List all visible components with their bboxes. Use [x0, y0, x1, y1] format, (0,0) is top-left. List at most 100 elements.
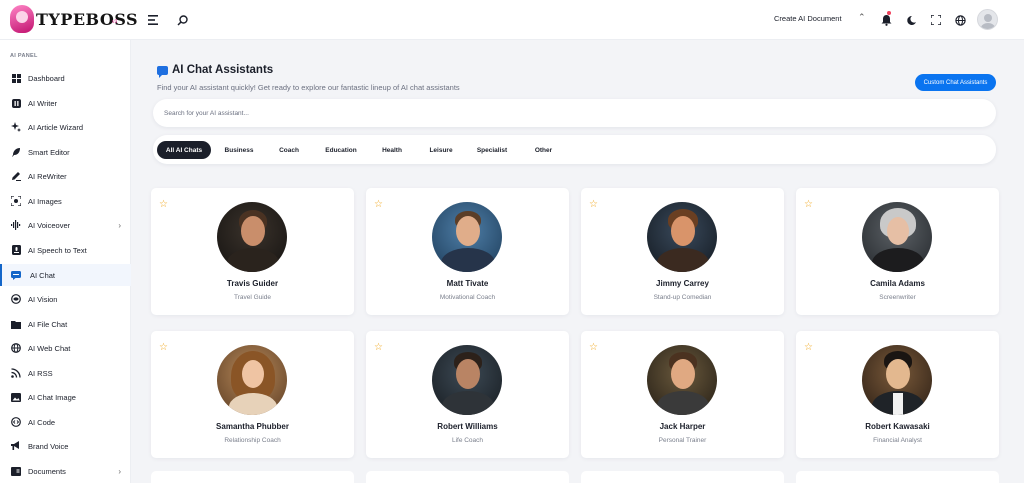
assistant-card[interactable]: ☆ Samantha Phubber Relationship Coach — [151, 331, 354, 458]
menu-toggle-icon[interactable] — [146, 12, 162, 28]
logo-mark-icon — [10, 5, 34, 33]
sidebar-item-label: AI Chat — [30, 270, 56, 280]
notification-dot — [887, 11, 891, 15]
tab-other[interactable]: Other — [528, 141, 559, 159]
tab-leisure[interactable]: Leisure — [422, 141, 460, 159]
sidebar-item-ai-images[interactable]: AI Images — [0, 190, 131, 212]
sidebar-item-label: AI Web Chat — [28, 343, 71, 353]
sidebar-item-label: Documents — [28, 466, 66, 476]
chevron-up-icon[interactable]: ⌃ — [858, 12, 866, 23]
create-document-button[interactable]: Create AI Document — [774, 14, 842, 23]
sidebar-item-ai-rewriter[interactable]: AI ReWriter — [0, 165, 131, 187]
image-icon — [11, 196, 21, 206]
dark-mode-icon[interactable] — [903, 12, 919, 28]
sidebar-item-ai-speech-to-text[interactable]: AI Speech to Text — [0, 239, 131, 261]
favorite-star-icon[interactable]: ☆ — [589, 200, 598, 210]
sidebar-item-ai-article-wizard[interactable]: AI Article Wizard — [0, 116, 131, 138]
tab-health[interactable]: Health — [375, 141, 409, 159]
tab-coach[interactable]: Coach — [272, 141, 306, 159]
assistant-name: Camila Adams — [870, 279, 925, 288]
sidebar-item-ai-chat-image[interactable]: AI Chat Image — [0, 386, 131, 408]
sidebar-item-smart-editor[interactable]: Smart Editor — [0, 141, 131, 163]
favorite-star-icon[interactable]: ☆ — [804, 343, 813, 353]
sidebar-item-label: AI Images — [28, 196, 62, 206]
favorite-star-icon[interactable]: ☆ — [589, 343, 598, 353]
chat-image-icon — [11, 392, 21, 402]
sidebar-item-ai-voiceover[interactable]: AI Voiceover › — [0, 214, 131, 236]
assistant-name: Matt Tivate — [446, 279, 489, 288]
sidebar-item-ai-chat[interactable]: AI Chat — [0, 264, 131, 286]
logo-text: TYPEBOSS — [36, 9, 139, 29]
sidebar-item-ai-writer[interactable]: AI Writer — [0, 92, 131, 114]
assistant-search-input[interactable] — [153, 99, 996, 127]
sidebar-item-ai-rss[interactable]: AI RSS — [0, 362, 131, 384]
sidebar-item-label: AI File Chat — [28, 319, 68, 329]
tab-business[interactable]: Business — [219, 141, 259, 159]
assistant-role: Relationship Coach — [224, 437, 281, 444]
tab-education[interactable]: Education — [319, 141, 363, 159]
page-subtitle: Find your AI assistant quickly! Get read… — [157, 83, 460, 92]
page-title: AI Chat Assistants — [172, 64, 274, 76]
logo[interactable]: TYPEBOSS — [10, 4, 138, 34]
search-icon[interactable] — [174, 12, 190, 28]
assistant-name: Jack Harper — [659, 422, 706, 431]
assistant-role: Screenwriter — [879, 294, 916, 301]
sidebar-item-brand-voice[interactable]: Brand Voice — [0, 435, 131, 457]
speech-icon — [11, 245, 21, 255]
assistant-avatar — [862, 345, 932, 415]
assistant-card[interactable]: ☆ Robert Williams Life Coach — [366, 331, 569, 458]
assistant-card[interactable]: ☆ Robert Kawasaki Financial Analyst — [796, 331, 999, 458]
assistant-name: Samantha Phubber — [216, 422, 289, 431]
favorite-star-icon[interactable]: ☆ — [159, 343, 168, 353]
fullscreen-icon[interactable] — [928, 12, 944, 28]
tab-all-ai-chats[interactable]: All AI Chats — [157, 141, 211, 159]
sidebar-item-label: Smart Editor — [28, 147, 70, 157]
assistant-role: Motivational Coach — [439, 294, 496, 301]
assistant-card-partial[interactable] — [796, 471, 999, 483]
assistant-card-partial[interactable] — [581, 471, 784, 483]
sidebar-item-label: Brand Voice — [28, 441, 69, 451]
assistant-role: Travel Guide — [234, 294, 271, 301]
sidebar-item-label: AI RSS — [28, 368, 53, 378]
sidebar-item-label: AI ReWriter — [28, 171, 67, 181]
assistant-avatar — [217, 345, 287, 415]
sidebar-item-ai-code[interactable]: AI Code — [0, 411, 131, 433]
sidebar-item-ai-vision[interactable]: AI Vision — [0, 288, 131, 310]
favorite-star-icon[interactable]: ☆ — [374, 343, 383, 353]
code-icon — [11, 417, 21, 427]
assistant-card[interactable]: ☆ Matt Tivate Motivational Coach — [366, 188, 569, 315]
assistant-card[interactable]: ☆ Camila Adams Screenwriter — [796, 188, 999, 315]
language-globe-icon[interactable] — [952, 12, 968, 28]
writer-icon — [11, 98, 21, 108]
chat-assistant-icon — [157, 66, 168, 78]
sidebar-item-label: AI Speech to Text — [28, 245, 87, 255]
user-avatar[interactable] — [977, 9, 998, 30]
favorite-star-icon[interactable]: ☆ — [159, 200, 168, 210]
top-header: TYPEBOSS v3 Create AI Document ⌃ — [0, 0, 1024, 40]
assistant-role: Financial Analyst — [873, 437, 922, 444]
tab-specialist[interactable]: Specialist — [471, 141, 513, 159]
sidebar-item-label: AI Voiceover — [28, 220, 71, 230]
sidebar-item-ai-web-chat[interactable]: AI Web Chat — [0, 337, 131, 359]
assistant-card[interactable]: ☆ Travis Guider Travel Guide — [151, 188, 354, 315]
sidebar-item-label: AI Chat Image — [28, 392, 76, 402]
chevron-right-icon: › — [118, 220, 121, 230]
assistant-name: Robert Williams — [437, 422, 498, 431]
favorite-star-icon[interactable]: ☆ — [804, 200, 813, 210]
sidebar-item-label: AI Code — [28, 417, 56, 427]
bell-icon[interactable] — [878, 12, 894, 28]
chevron-right-icon: › — [118, 466, 121, 476]
assistant-card-partial[interactable] — [366, 471, 569, 483]
vision-icon — [11, 294, 21, 304]
sidebar-item-documents[interactable]: Documents › — [0, 460, 131, 482]
custom-chat-assistants-button[interactable]: Custom Chat Assistants — [915, 74, 996, 91]
sidebar-item-dashboard[interactable]: Dashboard — [0, 67, 131, 89]
assistant-card-partial[interactable] — [151, 471, 354, 483]
feather-icon — [11, 147, 21, 157]
assistant-card[interactable]: ☆ Jack Harper Personal Trainer — [581, 331, 784, 458]
assistant-card[interactable]: ☆ Jimmy Carrey Stand-up Comedian — [581, 188, 784, 315]
favorite-star-icon[interactable]: ☆ — [374, 200, 383, 210]
pen-icon — [11, 171, 21, 181]
sidebar-item-ai-file-chat[interactable]: AI File Chat — [0, 313, 131, 335]
logo-version: v3 — [112, 19, 118, 25]
